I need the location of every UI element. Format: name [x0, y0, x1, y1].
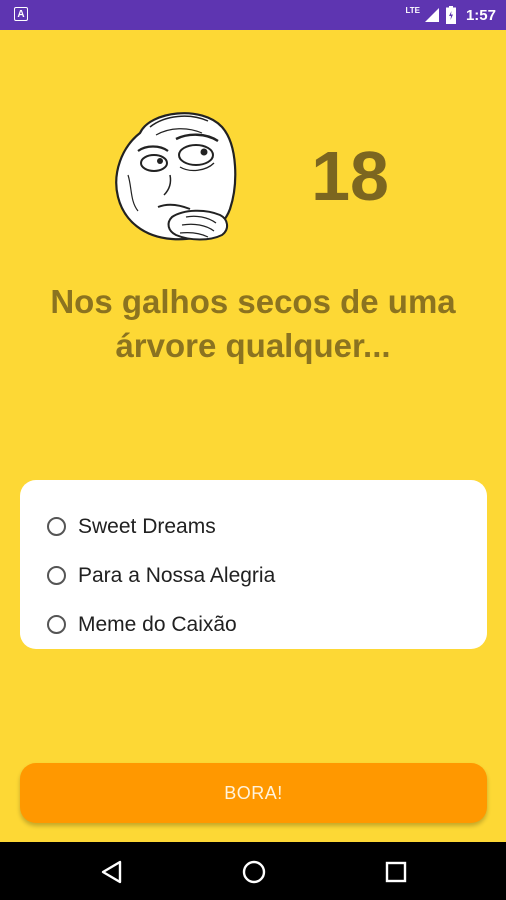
radio-button-icon[interactable] — [47, 517, 66, 536]
navigation-bar — [0, 842, 506, 900]
question-number: 18 — [311, 137, 389, 215]
battery-icon — [445, 6, 456, 24]
answer-options-card: Sweet Dreams Para a Nossa Alegria Meme d… — [20, 480, 487, 649]
thinking-meme-face-image — [115, 112, 237, 241]
answer-option-label: Sweet Dreams — [78, 514, 216, 538]
signal-icon — [424, 8, 439, 22]
radio-button-icon[interactable] — [47, 566, 66, 585]
answer-option[interactable]: Meme do Caixão — [20, 600, 487, 649]
submit-answer-button[interactable]: BORA! — [20, 763, 487, 823]
answer-option-label: Para a Nossa Alegria — [78, 563, 276, 587]
radio-button-icon[interactable] — [47, 615, 66, 634]
status-time: 1:57 — [465, 6, 496, 24]
answer-option[interactable]: Sweet Dreams — [20, 502, 487, 551]
home-icon[interactable] — [238, 856, 270, 888]
answer-option-label: Meme do Caixão — [78, 612, 237, 636]
app-notification-icon: A — [14, 7, 28, 21]
back-icon[interactable] — [96, 856, 128, 888]
network-type-label: LTE — [405, 6, 420, 15]
question-text: Nos galhos secos de uma árvore qualquer.… — [50, 283, 456, 364]
answer-option[interactable]: Para a Nossa Alegria — [20, 551, 487, 600]
recent-apps-icon[interactable] — [380, 856, 412, 888]
status-bar: A LTE 1:57 — [0, 0, 506, 30]
status-indicators: LTE 1:57 — [405, 5, 496, 25]
